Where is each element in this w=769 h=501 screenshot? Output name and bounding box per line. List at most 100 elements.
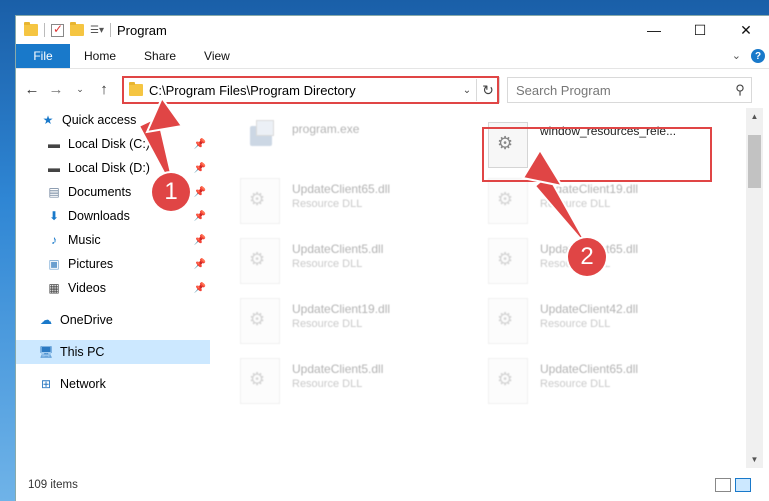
sidebar-item-label: Downloads: [68, 209, 130, 223]
dll-file-icon: [488, 178, 528, 224]
dll-file-icon: [240, 298, 280, 344]
dll-file-icon: [240, 178, 280, 224]
ribbon-tabs: File Home Share View: [16, 44, 769, 69]
toolbar-divider: [44, 23, 45, 37]
star-icon: ★: [42, 113, 54, 127]
maximize-button[interactable]: ☐: [677, 16, 723, 44]
sidebar-item-label: Local Disk (C:): [68, 137, 150, 151]
pin-icon: 📌: [193, 282, 206, 294]
dll-file-icon: [488, 358, 528, 404]
sidebar-item-videos[interactable]: ▦ Videos 📌: [16, 276, 210, 300]
dll-file-icon: [488, 238, 528, 284]
toolbar-divider: [109, 23, 111, 37]
sidebar-item-local-disk-c[interactable]: ▬ Local Disk (C:) 📌: [16, 132, 210, 156]
file-type: Resource DLL: [540, 198, 611, 210]
file-name: UpdateClient65.dll: [292, 182, 391, 196]
documents-icon: ▤: [48, 185, 60, 199]
file-item[interactable]: UpdateClient19.dll Resource DLL: [240, 298, 470, 348]
sidebar-item-label: Music: [68, 233, 101, 247]
file-item[interactable]: UpdateClient42.dll Resource DLL: [488, 298, 718, 348]
sidebar-item-this-pc[interactable]: 🖥 This PC: [16, 340, 210, 364]
sidebar-item-label: Local Disk (D:): [68, 161, 150, 175]
dll-file-icon: [240, 358, 280, 404]
sidebar-item-pictures[interactable]: ▣ Pictures 📌: [16, 252, 210, 276]
file-name: program.exe: [292, 122, 360, 136]
file-type: Resource DLL: [292, 258, 363, 270]
tab-home[interactable]: Home: [70, 49, 130, 63]
quick-access-toolbar: ☰▾: [16, 22, 111, 37]
file-item[interactable]: UpdateClient5.dll Resource DLL: [240, 358, 470, 408]
sidebar-item-label: Pictures: [68, 257, 114, 271]
pin-icon: 📌: [193, 210, 206, 222]
cloud-icon: ☁: [40, 313, 52, 327]
file-highlight-box: [482, 127, 712, 182]
file-name: UpdateClient65.dll: [540, 362, 639, 376]
sidebar-item-music[interactable]: ♪ Music 📌: [16, 228, 210, 252]
search-icon[interactable]: ⚲: [729, 82, 751, 98]
file-list: program.exe window_resources_rele... Upd…: [210, 108, 746, 468]
file-type: Resource DLL: [540, 378, 611, 390]
file-type: Resource DLL: [292, 378, 363, 390]
search-input[interactable]: Search Program: [508, 83, 729, 98]
expand-ribbon-icon[interactable]: ⌄: [732, 49, 741, 63]
file-name: UpdateClient5.dll: [292, 242, 384, 256]
download-icon: ⬇: [48, 209, 60, 223]
vertical-scrollbar[interactable]: ▲ ▼: [746, 108, 763, 468]
sidebar-item-onedrive[interactable]: ☁ OneDrive: [16, 308, 210, 332]
address-highlight-box: [122, 76, 499, 104]
scroll-up-icon[interactable]: ▲: [746, 108, 763, 125]
ribbon-controls: ⌄ ?: [732, 49, 765, 63]
new-folder-icon[interactable]: [70, 22, 84, 36]
back-arrow-icon[interactable]: ←: [20, 81, 44, 98]
title-bar: ☰▾ Program — ☐ ✕: [16, 16, 769, 44]
file-name: UpdateClient42.dll: [540, 302, 639, 316]
details-view-icon[interactable]: [715, 477, 731, 492]
file-item[interactable]: UpdateClient65.dll Resource DLL: [488, 358, 718, 408]
music-icon: ♪: [51, 233, 57, 247]
file-name: UpdateClient5.dll: [292, 362, 384, 376]
file-item[interactable]: UpdateClient19.dll Resource DLL: [488, 178, 718, 228]
explorer-window: ☰▾ Program — ☐ ✕ File Home Share View ⌄ …: [16, 16, 769, 501]
search-box[interactable]: Search Program ⚲: [507, 77, 752, 103]
customize-toolbar-icon[interactable]: ☰▾: [90, 25, 104, 36]
minimize-button[interactable]: —: [631, 16, 677, 44]
file-type: Resource DLL: [292, 198, 363, 210]
scroll-down-icon[interactable]: ▼: [746, 451, 763, 468]
up-arrow-icon[interactable]: ↑: [92, 81, 116, 98]
window-controls: — ☐ ✕: [631, 16, 769, 44]
large-icons-view-icon[interactable]: [735, 477, 751, 492]
tab-share[interactable]: Share: [130, 49, 190, 63]
dll-file-icon: [488, 298, 528, 344]
properties-icon[interactable]: [51, 22, 64, 37]
navigation-pane: ★ Quick access ▬ Local Disk (C:) 📌 ▬ Loc…: [16, 108, 210, 468]
view-toggle: [715, 477, 751, 492]
file-item[interactable]: UpdateClient65.dll Resource DLL: [240, 178, 470, 228]
pictures-icon: ▣: [48, 257, 60, 271]
file-type: Resource DLL: [540, 318, 611, 330]
sidebar-item-network[interactable]: ⊞ Network: [16, 372, 210, 396]
pin-icon: 📌: [193, 234, 206, 246]
file-item[interactable]: UpdateClient5.dll Resource DLL: [240, 238, 470, 288]
tab-file[interactable]: File: [16, 44, 70, 68]
file-name: UpdateClient19.dll: [292, 302, 391, 316]
pin-icon: 📌: [193, 138, 206, 150]
network-icon: ⊞: [40, 377, 52, 391]
dll-file-icon: [240, 238, 280, 284]
tab-view[interactable]: View: [190, 49, 244, 63]
step1-badge: 1: [152, 173, 190, 211]
computer-icon: 🖥: [38, 345, 54, 359]
executable-icon: [246, 118, 276, 154]
sidebar-item-label: Quick access: [62, 113, 137, 127]
sidebar-item-label: OneDrive: [60, 313, 113, 327]
scroll-thumb[interactable]: [748, 135, 761, 188]
sidebar-item-quick-access[interactable]: ★ Quick access: [16, 108, 210, 132]
file-item[interactable]: program.exe: [246, 118, 476, 168]
close-button[interactable]: ✕: [723, 16, 769, 44]
status-bar: 109 items: [16, 468, 769, 501]
help-icon[interactable]: ?: [751, 49, 765, 63]
pin-icon: 📌: [193, 258, 206, 270]
pin-icon: 📌: [193, 162, 206, 174]
forward-arrow-icon[interactable]: →: [44, 81, 68, 98]
recent-locations-icon[interactable]: ⌄: [68, 84, 92, 95]
videos-icon: ▦: [48, 281, 60, 295]
